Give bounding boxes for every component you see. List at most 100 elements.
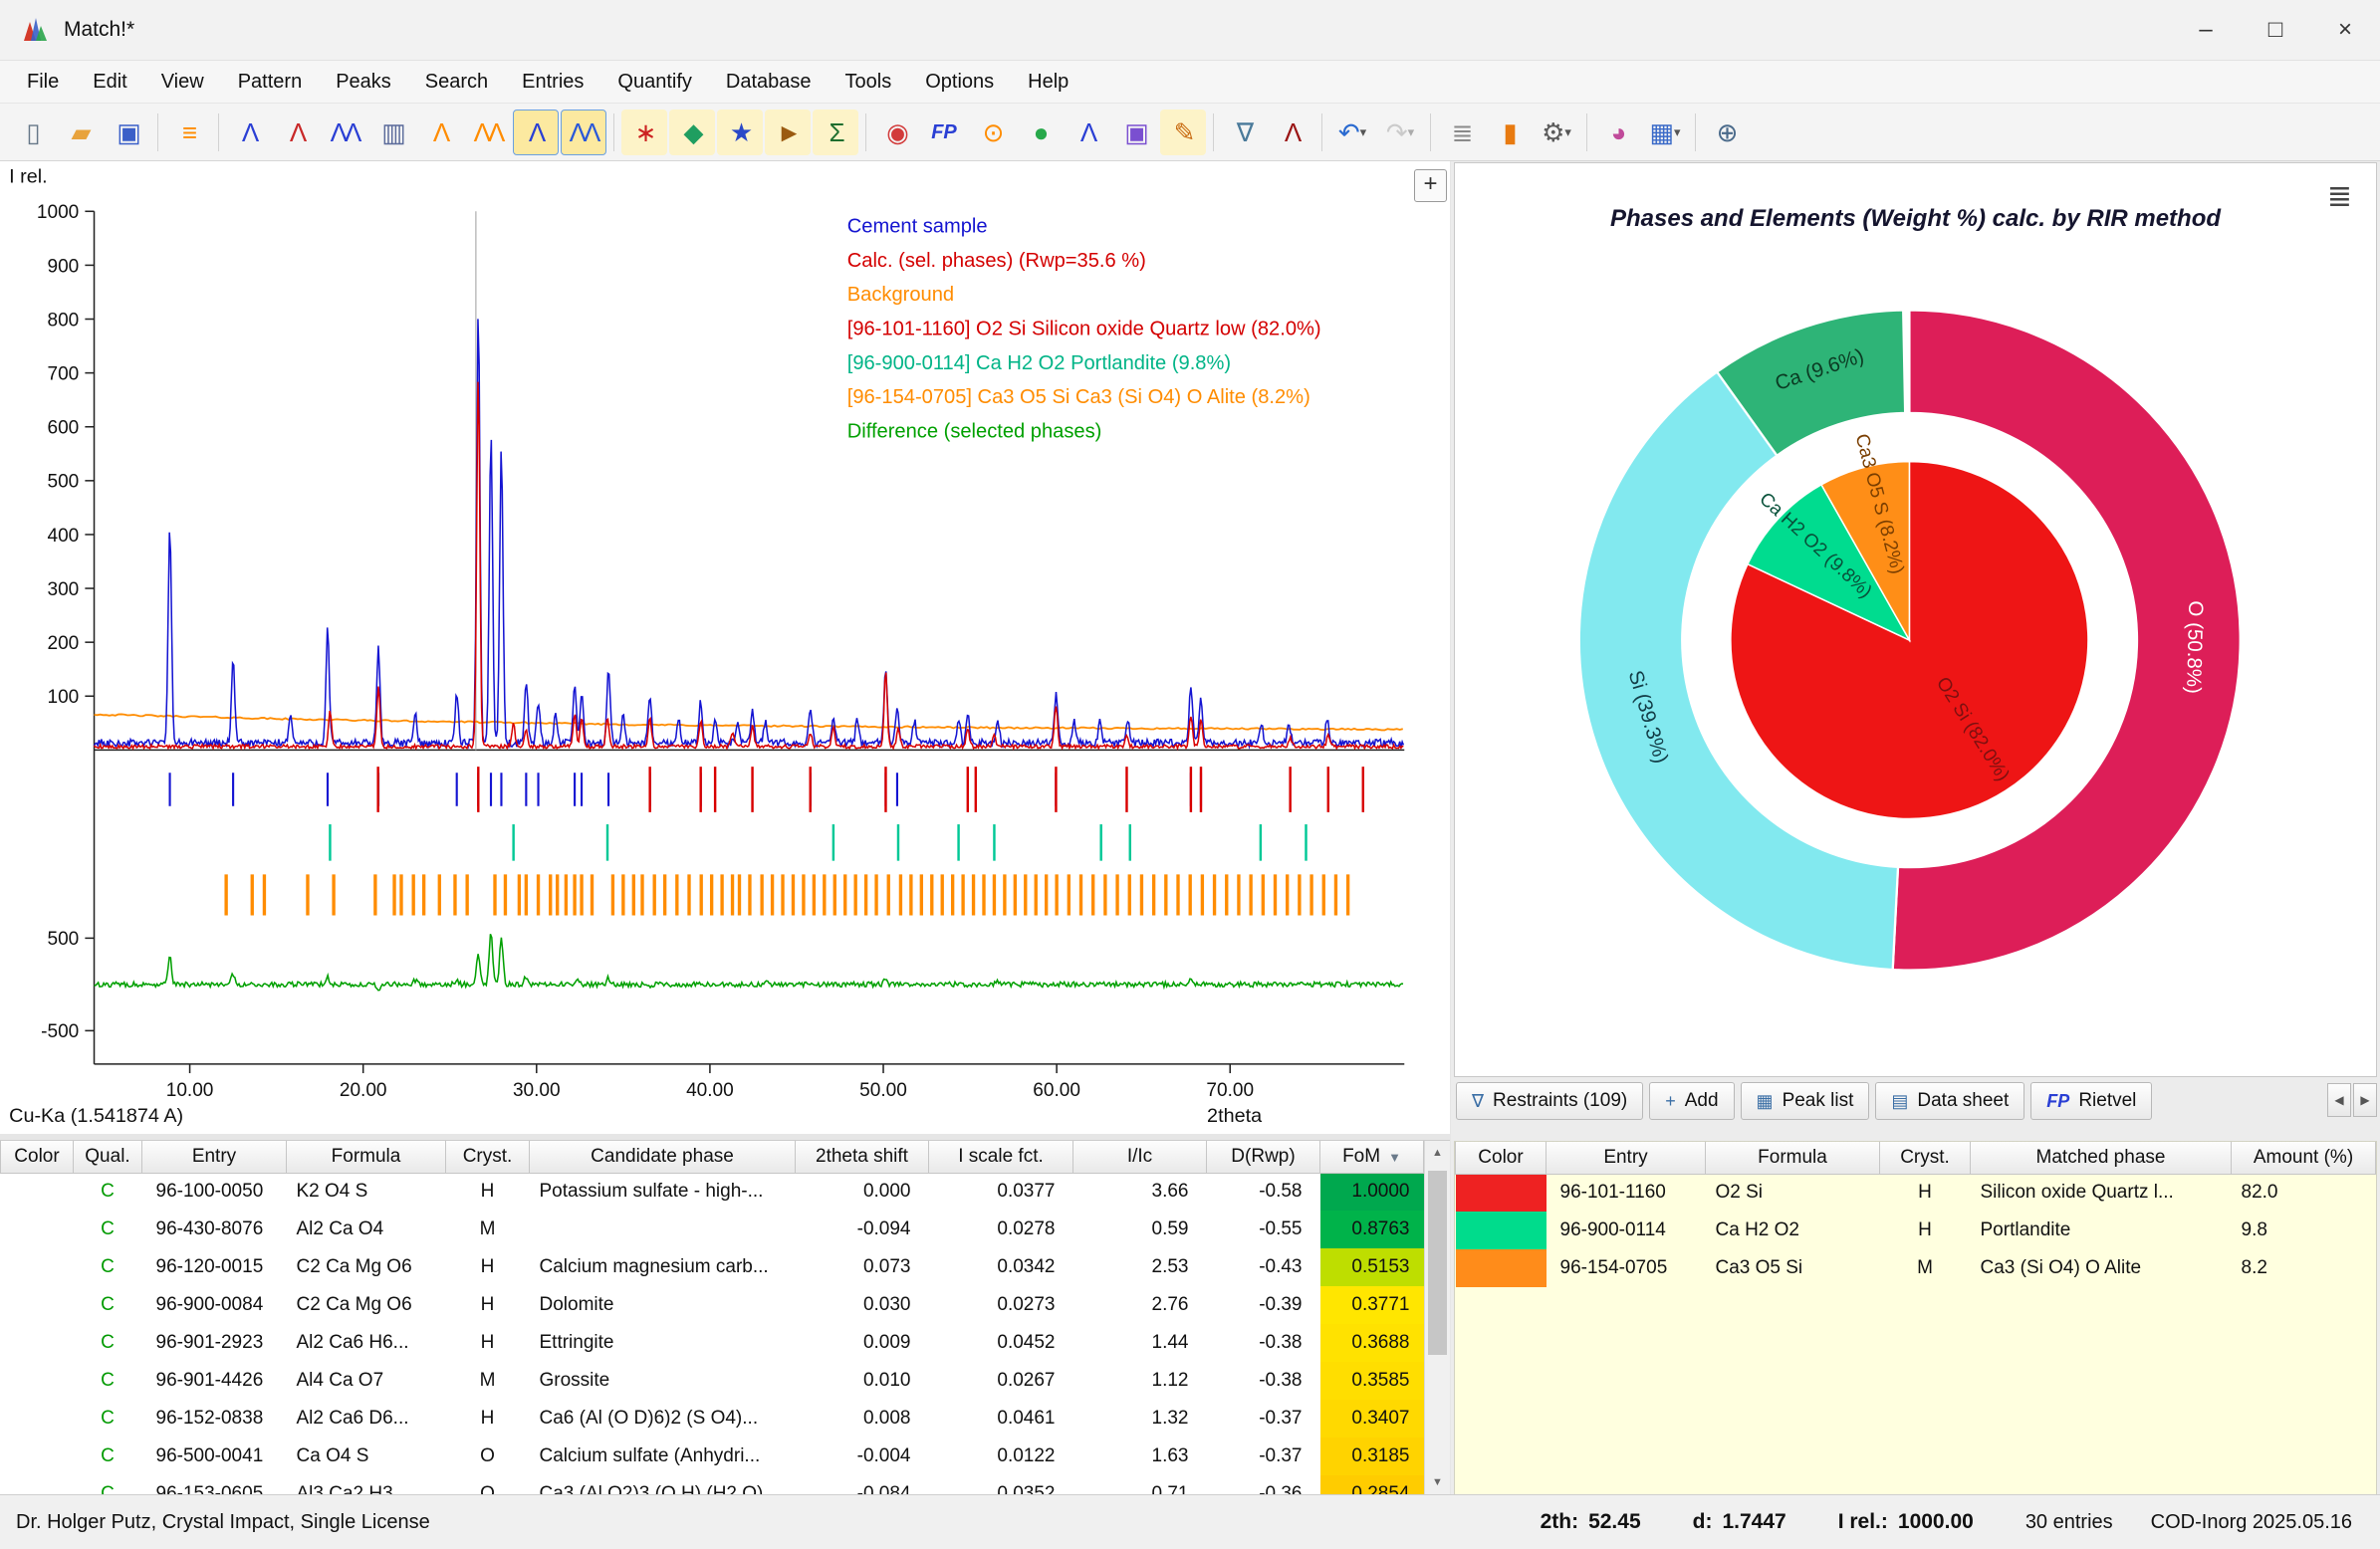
histogram-view-icon[interactable]: ▥ xyxy=(369,110,415,155)
tab-rietveld[interactable]: FPRietvel xyxy=(2030,1082,2152,1120)
color-options-icon[interactable]: ◕ xyxy=(1594,110,1640,155)
col-header-fom[interactable]: FoM▼ xyxy=(1320,1141,1424,1173)
col-header-color[interactable]: Color xyxy=(1,1141,74,1173)
unit-cell-view-icon[interactable]: ⊙ xyxy=(969,110,1015,155)
minimize-button[interactable]: – xyxy=(2171,0,2241,60)
tab-scroll-left-icon[interactable]: ◀ xyxy=(2327,1083,2351,1117)
peak-search-icon[interactable]: Λ xyxy=(226,110,272,155)
report-sign-icon[interactable]: ✎ xyxy=(1160,110,1206,155)
col-header-formula[interactable]: Formula xyxy=(1706,1142,1880,1174)
col-header-cryst[interactable]: Cryst. xyxy=(1880,1142,1971,1174)
show-peak-markers-icon[interactable]: ΛΛ xyxy=(561,110,606,155)
cell-fom: 0.3688 xyxy=(1320,1324,1424,1362)
raw-data-processing-icon[interactable]: Λ xyxy=(274,110,320,155)
col-header-cryst[interactable]: Cryst. xyxy=(446,1141,530,1173)
tab-scroll-right-icon[interactable]: ▶ xyxy=(2353,1083,2377,1117)
zoom-in-button[interactable]: + xyxy=(1414,169,1447,202)
reference-database-icon[interactable]: ▮ xyxy=(1486,110,1532,155)
cell-drwp: -0.37 xyxy=(1207,1438,1320,1475)
cell-color xyxy=(1,1324,74,1362)
menu-help[interactable]: Help xyxy=(1011,61,1085,103)
search-restraints-icon[interactable]: ★ xyxy=(717,110,763,155)
tools-menu-icon[interactable]: ⚙▾ xyxy=(1534,110,1579,155)
col-header-phase[interactable]: Matched phase xyxy=(1971,1142,2232,1174)
col-header-entry[interactable]: Entry xyxy=(142,1141,287,1173)
candidate-scrollbar[interactable]: ▲ ▼ xyxy=(1424,1141,1450,1494)
matched-phase-row[interactable]: 96-154-0705Ca3 O5 SiMCa3 (Si O4) O Alite… xyxy=(1456,1249,2376,1287)
zoom-search-icon[interactable]: ⊕ xyxy=(1703,110,1749,155)
crystal-structure-icon[interactable]: ▣ xyxy=(1112,110,1158,155)
search-clusters-icon[interactable]: ◆ xyxy=(669,110,715,155)
graphics-options-icon[interactable]: ▦▾ xyxy=(1642,110,1688,155)
candidate-row[interactable]: C96-120-0015C2 Ca Mg O6HCalcium magnesiu… xyxy=(1,1248,1424,1286)
quick-id-icon[interactable]: ► xyxy=(765,110,811,155)
background-subtract-icon[interactable]: Λ xyxy=(417,110,463,155)
chart-menu-icon[interactable]: ≣ xyxy=(2327,179,2352,214)
x-tick-label: 60.00 xyxy=(1033,1080,1080,1101)
menu-database[interactable]: Database xyxy=(709,61,829,103)
toolbar-separator xyxy=(1213,113,1214,151)
col-header-phase[interactable]: Candidate phase xyxy=(530,1141,796,1173)
candidate-row[interactable]: C96-901-2923Al2 Ca6 H6...HEttringite0.00… xyxy=(1,1324,1424,1362)
menu-file[interactable]: File xyxy=(10,61,76,103)
close-button[interactable]: × xyxy=(2310,0,2380,60)
menu-quantify[interactable]: Quantify xyxy=(600,61,708,103)
tab-restraints[interactable]: ∇Restraints (109) xyxy=(1456,1082,1643,1120)
save-document-icon[interactable]: ▣ xyxy=(105,110,150,155)
calculated-pattern-icon[interactable]: Λ xyxy=(1065,110,1110,155)
scroll-down-icon[interactable]: ▼ xyxy=(1425,1470,1450,1494)
search-match-icon[interactable]: ∗ xyxy=(621,110,667,155)
candidate-row[interactable]: C96-430-8076Al2 Ca O4M-0.0940.02780.59-0… xyxy=(1,1211,1424,1248)
show-exp-pattern-icon[interactable]: Λ xyxy=(513,110,559,155)
peak-fitting-icon[interactable]: ΛΛ xyxy=(322,110,367,155)
maximize-button[interactable]: □ xyxy=(2241,0,2310,60)
new-document-icon[interactable]: ▯ xyxy=(9,110,55,155)
menu-peaks[interactable]: Peaks xyxy=(319,61,408,103)
menu-tools[interactable]: Tools xyxy=(829,61,909,103)
tab-data-sheet[interactable]: ▤Data sheet xyxy=(1875,1082,2024,1120)
calculate-fom-icon[interactable]: Σ xyxy=(813,110,858,155)
col-header-shift[interactable]: 2theta shift xyxy=(796,1141,929,1173)
menu-options[interactable]: Options xyxy=(908,61,1011,103)
candidate-row[interactable]: C96-901-4426Al4 Ca O7MGrossite0.0100.026… xyxy=(1,1362,1424,1400)
menu-search[interactable]: Search xyxy=(408,61,505,103)
database-manager-icon[interactable]: ≣ xyxy=(1438,110,1484,155)
scroll-up-icon[interactable]: ▲ xyxy=(1425,1141,1450,1165)
col-header-qual[interactable]: Qual. xyxy=(74,1141,142,1173)
sphere-view-icon[interactable]: ● xyxy=(1017,110,1063,155)
matched-phase-row[interactable]: 96-101-1160O2 SiHSilicon oxide Quartz l.… xyxy=(1456,1174,2376,1212)
scrollbar-thumb[interactable] xyxy=(1428,1171,1447,1355)
phase-pie-chart[interactable]: O (50.8%)Si (39.3%)Ca (9.6%)O2 Si (82.0%… xyxy=(1455,163,2376,1076)
periodic-table-icon[interactable]: ◉ xyxy=(873,110,919,155)
fp-settings-icon[interactable]: FP xyxy=(921,110,967,155)
rietveld-refine-icon[interactable]: Λ xyxy=(1269,110,1314,155)
tab-peak-list[interactable]: ▦Peak list xyxy=(1741,1082,1870,1120)
undo-icon[interactable]: ↶▾ xyxy=(1329,110,1375,155)
candidate-row[interactable]: C96-153-0605Al3 Ca2 H3...OCa3 (Al O2)3 (… xyxy=(1,1475,1424,1494)
col-header-iic[interactable]: I/Ic xyxy=(1073,1141,1207,1173)
diffraction-chart[interactable]: 1000900800700600500400300200100500-50010… xyxy=(0,161,1450,1134)
menu-edit[interactable]: Edit xyxy=(76,61,143,103)
col-header-scale[interactable]: I scale fct. xyxy=(929,1141,1073,1173)
col-header-drwp[interactable]: D(Rwp) xyxy=(1207,1141,1320,1173)
candidate-row[interactable]: C96-900-0084C2 Ca Mg O6HDolomite0.0300.0… xyxy=(1,1286,1424,1324)
menu-view[interactable]: View xyxy=(144,61,221,103)
menu-pattern[interactable]: Pattern xyxy=(221,61,319,103)
entry-list-icon[interactable]: ≡ xyxy=(165,110,211,155)
col-header-amount[interactable]: Amount (%) xyxy=(2232,1142,2376,1174)
restraints-filter-icon[interactable]: ∇ xyxy=(1221,110,1267,155)
col-header-entry[interactable]: Entry xyxy=(1547,1142,1706,1174)
open-document-icon[interactable]: ▰ xyxy=(57,110,103,155)
tab-peak-list-label: Peak list xyxy=(1783,1090,1854,1112)
profile-fitting-icon[interactable]: ΛΛ xyxy=(465,110,511,155)
matched-phase-row[interactable]: 96-900-0114Ca H2 O2HPortlandite9.8 xyxy=(1456,1212,2376,1249)
col-header-formula[interactable]: Formula xyxy=(287,1141,446,1173)
tab-add[interactable]: +Add xyxy=(1649,1082,1734,1120)
cell-shift: 0.010 xyxy=(796,1362,929,1400)
col-header-color[interactable]: Color xyxy=(1456,1142,1547,1174)
cursor-readings: 2th:52.45 d:1.7447 I rel.:1000.00 xyxy=(1541,1510,2025,1534)
menu-entries[interactable]: Entries xyxy=(505,61,600,103)
candidate-row[interactable]: C96-100-0050K2 O4 SHPotassium sulfate - … xyxy=(1,1173,1424,1211)
candidate-row[interactable]: C96-500-0041Ca O4 SOCalcium sulfate (Anh… xyxy=(1,1438,1424,1475)
candidate-row[interactable]: C96-152-0838Al2 Ca6 D6...HCa6 (Al (O D)6… xyxy=(1,1400,1424,1438)
